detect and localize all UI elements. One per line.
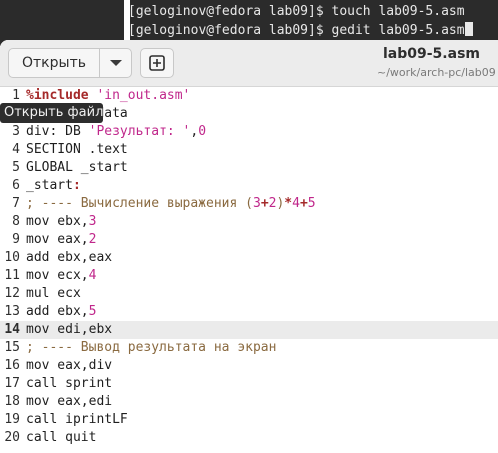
line-number: 17 [4, 376, 20, 391]
code-line[interactable]: 3 div: DB 'Результат: ',0 [0, 123, 498, 141]
code-line-text: ; ---- Вывод результата на экран [26, 340, 277, 355]
line-number: 18 [4, 394, 20, 409]
code-line-text: add ebx,eax [26, 250, 113, 265]
code-line-text: mov eax,2 [26, 232, 97, 247]
line-number: 15 [4, 340, 20, 355]
code-line[interactable]: 6 _start: [0, 177, 498, 195]
code-line[interactable]: 9 mov eax,2 [0, 231, 498, 249]
line-number: 10 [4, 250, 20, 265]
document-path: ~/work/arch-pc/lab09 [377, 66, 496, 79]
code-line-text: SECTION .text [26, 142, 128, 157]
line-number: 7 [12, 196, 20, 211]
line-number: 8 [12, 214, 20, 229]
code-line-text: add ebx,5 [26, 304, 97, 319]
code-line[interactable]: 4 SECTION .text [0, 141, 498, 159]
open-file-tooltip: Открыть файл [0, 103, 103, 123]
line-number: 3 [12, 124, 20, 139]
terminal-line-2-text: [geloginov@fedora lab09]$ gedit lab09-5.… [128, 23, 465, 38]
code-line[interactable]: 15 ; ---- Вывод результата на экран [0, 339, 498, 357]
code-line-text: GLOBAL _start [26, 160, 128, 175]
code-line[interactable]: 13 add ebx,5 [0, 303, 498, 321]
code-line-text: call iprintLF [26, 412, 128, 427]
code-line[interactable]: 5 GLOBAL _start [0, 159, 498, 177]
code-line-text: mul ecx [26, 286, 81, 301]
code-line-text: mov ecx,4 [26, 268, 97, 283]
open-button[interactable]: Открыть [9, 49, 99, 77]
code-line[interactable]: 8 mov ebx,3 [0, 213, 498, 231]
code-line-text: _start: [26, 178, 81, 193]
document-title: lab09-5.asm [383, 46, 480, 62]
line-number: 16 [4, 358, 20, 373]
code-line-text: call quit [26, 430, 97, 445]
code-line[interactable]: 11 mov ecx,4 [0, 267, 498, 285]
line-number: 14 [4, 322, 20, 337]
open-recent-dropdown-button[interactable] [100, 49, 132, 77]
code-line[interactable]: 12 mul ecx [0, 285, 498, 303]
line-number: 19 [4, 412, 20, 427]
code-line[interactable]: 19 call iprintLF [0, 411, 498, 429]
gedit-window: Открыть lab09-5.asm ~/work/arch-pc/lab09… [0, 40, 498, 453]
header-bar: Открыть lab09-5.asm ~/work/arch-pc/lab09 [0, 40, 498, 87]
chevron-down-icon [110, 60, 122, 66]
code-line-text: mov eax,div [26, 358, 113, 373]
line-number: 13 [4, 304, 20, 319]
code-line-text: call sprint [26, 376, 113, 391]
code-view[interactable]: 1%include 'in_out.asm'2SECTION .data3div… [0, 87, 498, 453]
terminal-cursor [464, 22, 473, 36]
line-number: 4 [12, 142, 20, 157]
terminal-line-2: [geloginov@fedora lab09]$ gedit lab09-5.… [128, 22, 473, 38]
code-line[interactable]: 20 call quit [0, 429, 498, 447]
code-line-text: div: DB 'Результат: ',0 [26, 124, 207, 139]
code-line[interactable]: 7 ; ---- Вычисление выражения (3+2)*4+5 [0, 195, 498, 213]
line-number: 11 [4, 268, 20, 283]
line-number: 9 [12, 232, 20, 247]
code-line-text: mov edi,ebx [26, 322, 113, 337]
code-line[interactable]: 17 call sprint [0, 375, 498, 393]
code-line[interactable]: 16 mov eax,div [0, 357, 498, 375]
code-line[interactable]: 18 mov eax,edi [0, 393, 498, 411]
code-line[interactable]: 14 mov edi,ebx [0, 321, 498, 339]
new-document-button[interactable] [140, 48, 174, 78]
line-number: 5 [12, 160, 20, 175]
code-line-text: mov eax,edi [26, 394, 113, 409]
new-tab-plus-icon [149, 55, 165, 71]
line-number: 20 [4, 430, 20, 445]
terminal-line-1: [geloginov@fedora lab09]$ touch lab09-5.… [128, 4, 465, 19]
line-number: 6 [12, 178, 20, 193]
code-line[interactable]: 10 add ebx,eax [0, 249, 498, 267]
line-number: 12 [4, 286, 20, 301]
code-line-text: mov ebx,3 [26, 214, 97, 229]
code-line-text: ; ---- Вычисление выражения (3+2)*4+5 [26, 196, 316, 211]
open-button-group: Открыть [8, 48, 132, 78]
